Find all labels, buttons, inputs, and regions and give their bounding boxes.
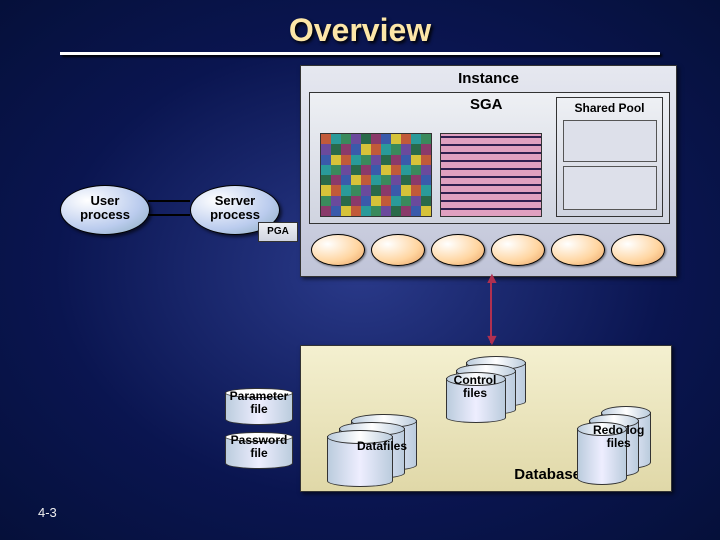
user-process-oval: User process — [60, 185, 150, 235]
sga-box: SGA Shared Pool — [309, 92, 670, 224]
title-underline — [60, 52, 660, 55]
instance-box: Instance SGA Shared Pool — [300, 65, 677, 277]
instance-label: Instance — [301, 70, 676, 87]
bg-process-3 — [431, 234, 485, 266]
datafiles-label: Datafiles — [357, 440, 407, 453]
parameter-file-label: Parameter file — [223, 390, 295, 416]
database-box: Database Control files Datafiles Redo lo… — [300, 345, 672, 492]
control-file-cyl-3: Control files — [446, 372, 504, 416]
bg-process-5 — [551, 234, 605, 266]
library-cache-box — [563, 120, 657, 162]
control-files-label: Control files — [446, 374, 504, 400]
bg-process-4 — [491, 234, 545, 266]
pga-box: PGA — [258, 222, 298, 242]
server-process-label: Server process — [191, 186, 279, 223]
database-label: Database — [514, 466, 581, 483]
redo-log-files-label: Redo log files — [593, 424, 644, 450]
user-server-arrow — [148, 200, 190, 202]
bg-process-6 — [611, 234, 665, 266]
up-arrow-icon: ▲ — [484, 270, 500, 288]
password-file-label: Password file — [223, 434, 295, 460]
redo-log-buffer-box — [440, 133, 542, 217]
bg-process-1 — [311, 234, 365, 266]
shared-pool-box: Shared Pool — [556, 97, 663, 217]
data-dict-cache-box — [563, 166, 657, 210]
shared-pool-label: Shared Pool — [557, 101, 662, 115]
datafile-cyl-3 — [327, 430, 391, 480]
buffer-cache-grid — [320, 133, 432, 217]
bg-process-2 — [371, 234, 425, 266]
slide-title: Overview — [0, 12, 720, 49]
user-process-label: User process — [61, 186, 149, 223]
server-user-arrow — [148, 214, 190, 216]
page-number: 4-3 — [38, 505, 57, 520]
sga-label: SGA — [470, 96, 503, 113]
